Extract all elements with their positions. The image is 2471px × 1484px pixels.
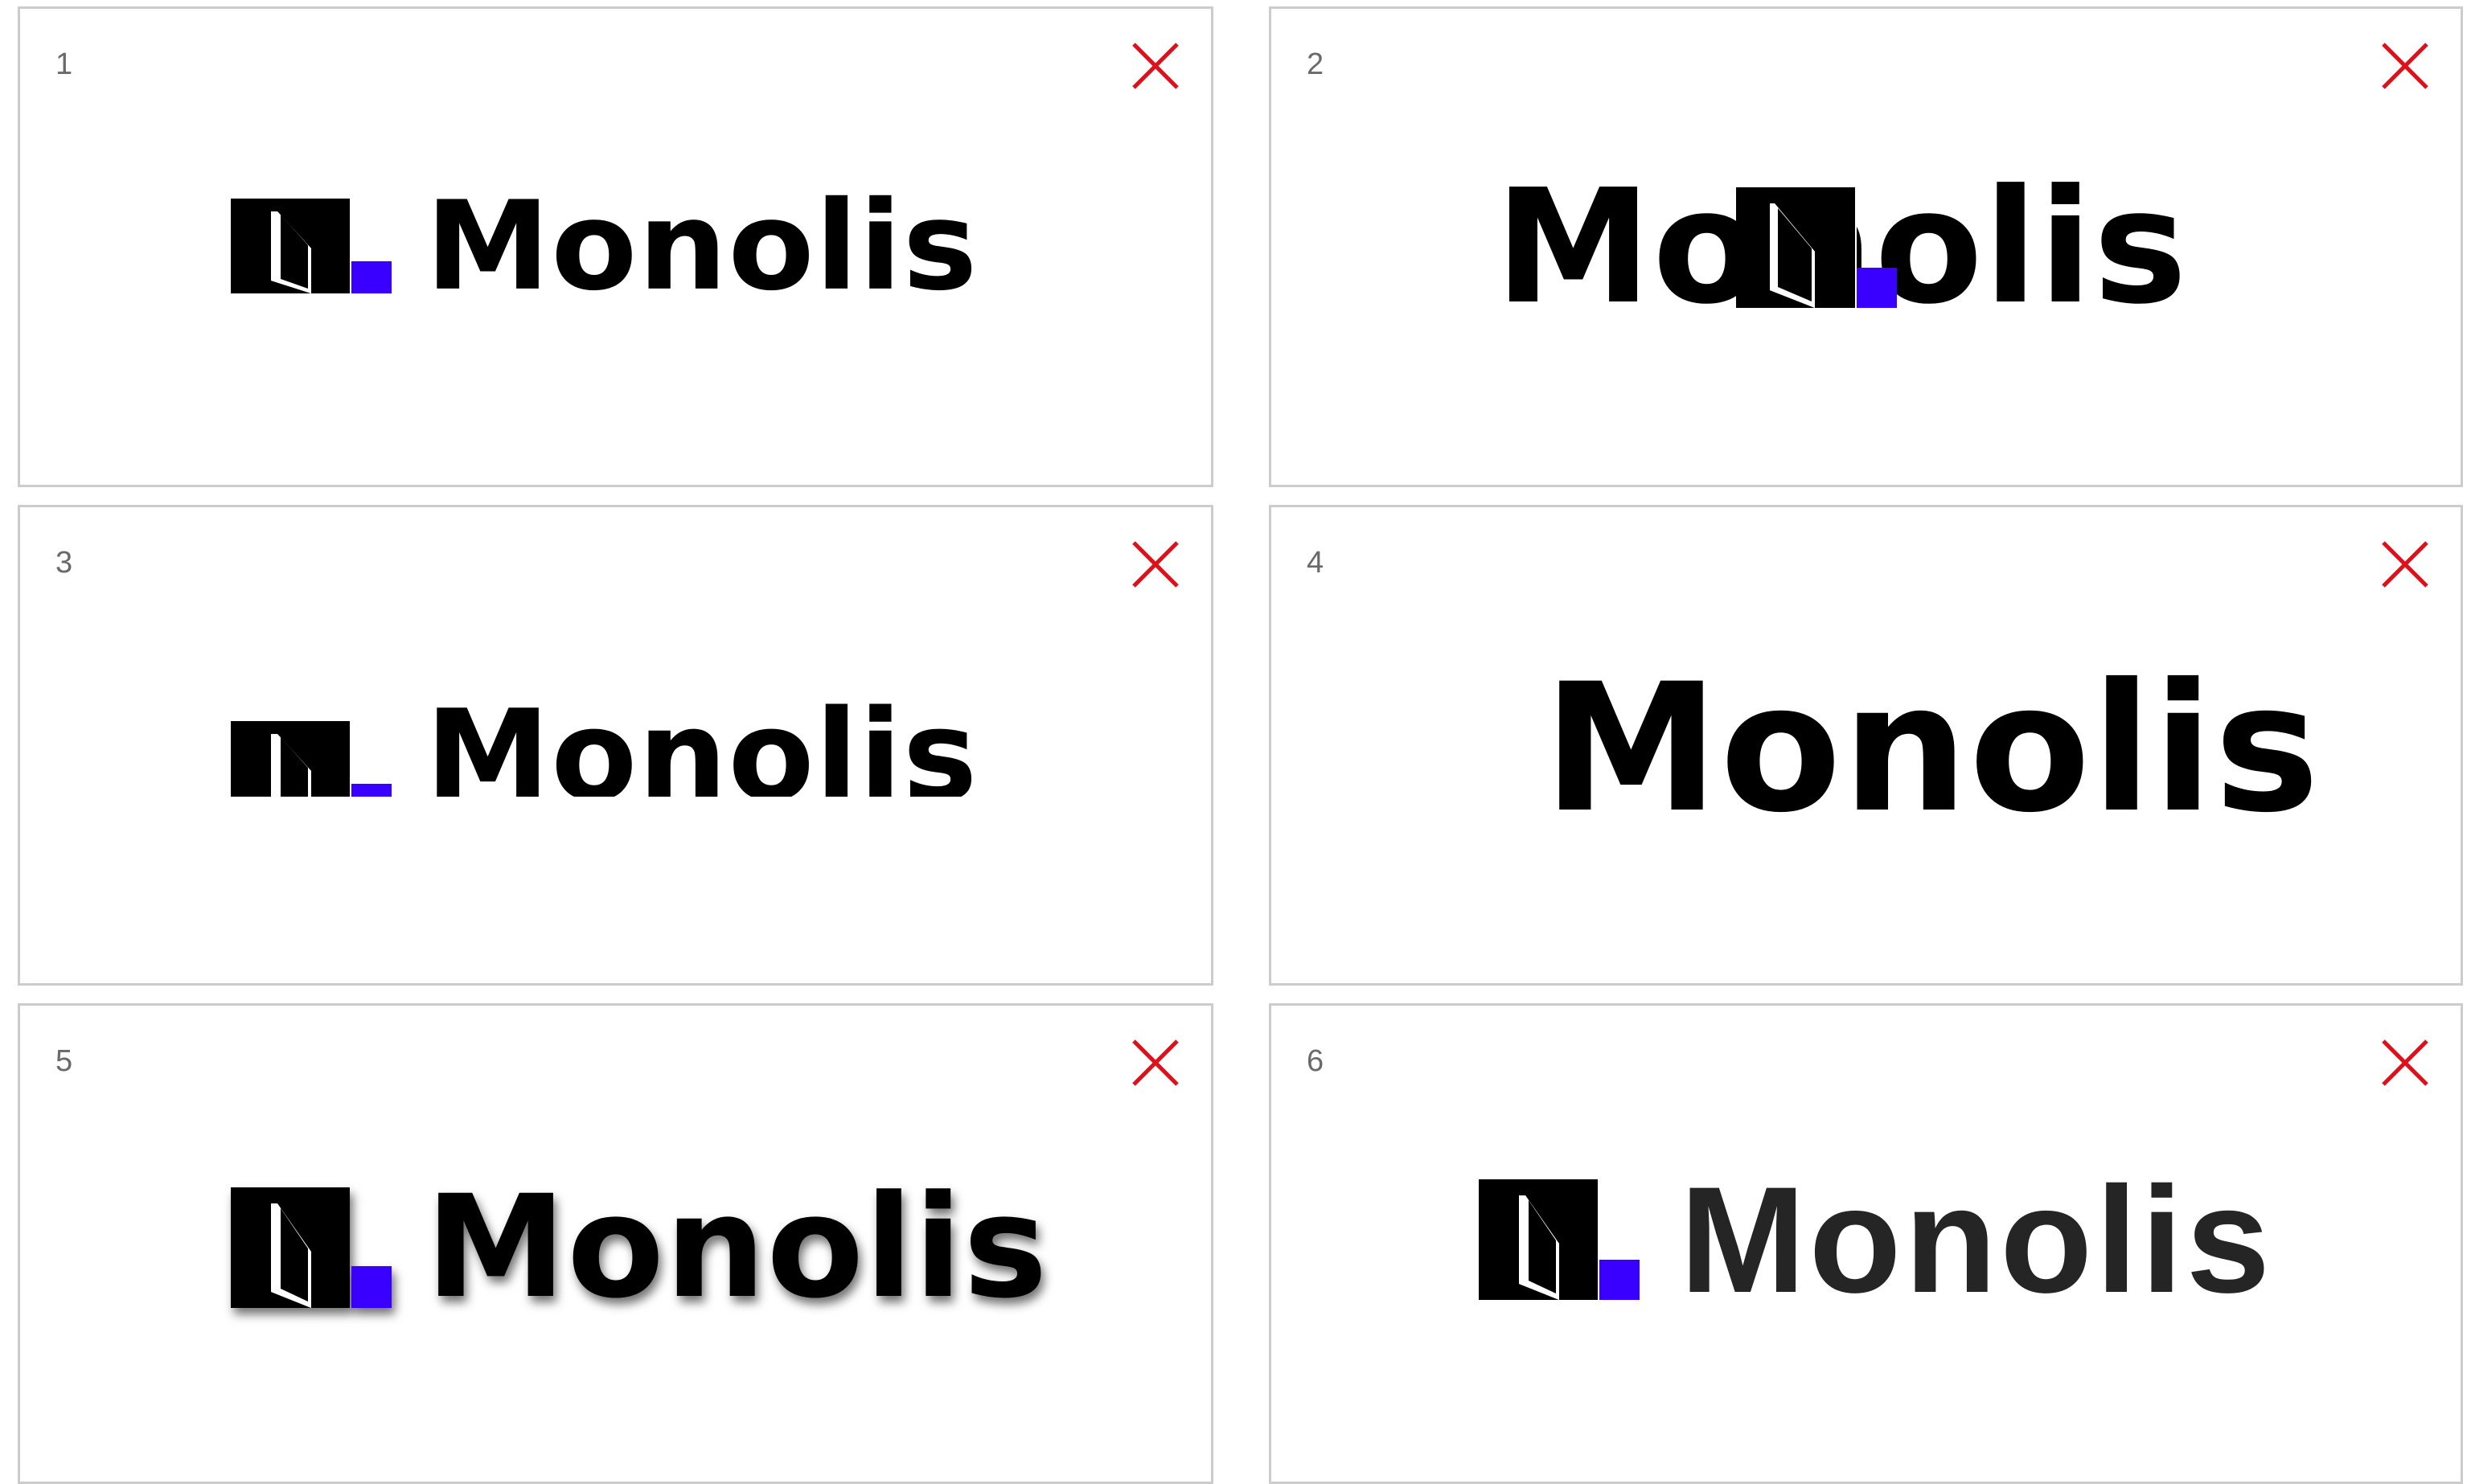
monolis-wordmark: Monolis [425,174,979,318]
card-number: 3 [55,546,73,580]
cropped-logo-frame: Monolis [231,695,1035,797]
logo-misuse-card-5: 5 Monolis [18,1003,1213,1484]
x-mark-icon [1132,1039,1179,1086]
x-mark-icon [1132,541,1179,588]
logo-misuse-card-4: 4 Monolis [1269,505,2463,986]
monolis-logo-overlapping: Monolis [1495,169,2267,326]
monolis-symbol-icon [1736,187,1897,308]
logo-misuse-card-2: 2 Monolis [1269,6,2463,487]
monolis-logo-shadow: Monolis [231,1165,1049,1330]
monolis-symbol-icon [1479,1179,1640,1300]
x-mark-icon [1132,43,1179,89]
logo-misuse-card-6: 6 Monolis [1269,1003,2463,1484]
card-number: 4 [1307,546,1324,580]
monolis-wordmark: Monolis [425,695,979,797]
x-mark-icon [2382,1039,2428,1086]
logo-misuse-card-1: 1 Monolis [18,6,1213,487]
monolis-symbol-icon [231,721,392,797]
monolis-logo: Monolis [231,174,979,318]
logo-misuse-card-3: 3 Monolis [18,505,1213,986]
monolis-symbol-icon [231,199,392,293]
monolis-wordmark: Monolis [425,1165,1049,1330]
monolis-symbol-icon [231,1187,392,1308]
card-number: 6 [1307,1044,1324,1078]
card-number: 5 [55,1044,73,1078]
monolis-logo: Monolis [231,695,978,797]
monolis-wordmark: Monolis [1680,1155,2274,1324]
monolis-wordmark: Monolis [1543,646,2321,851]
x-mark-icon [2382,43,2428,89]
card-number: 2 [1307,47,1324,81]
monolis-logo-wrong-typeface: Monolis [1479,1155,2274,1324]
monolis-wordmark-only: Monolis [1543,646,2321,851]
card-number: 1 [55,47,73,81]
x-mark-icon [2382,541,2428,588]
